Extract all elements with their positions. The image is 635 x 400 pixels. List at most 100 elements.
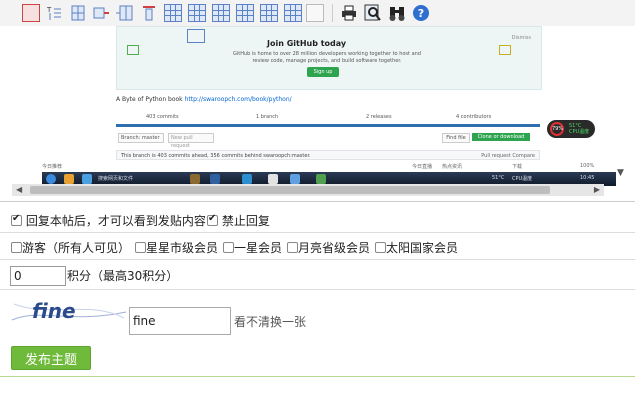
toolbar-separator: [332, 4, 333, 22]
signup-button: Sign up: [307, 67, 339, 77]
app-icon: [316, 174, 326, 184]
credit-row: 积分（最高30积分）: [0, 260, 635, 290]
perf-temp: 51°C CPU温度: [569, 123, 589, 135]
branch-select: Branch: master: [118, 133, 164, 143]
permission-checkbox[interactable]: [287, 242, 298, 253]
taskbar-search: 搜索网页和文件: [98, 176, 134, 182]
perf-widget: 79% 51°C CPU温度: [547, 120, 595, 138]
insert-column-icon[interactable]: [116, 4, 134, 22]
permission-checkbox[interactable]: [135, 242, 146, 253]
permission-checkbox[interactable]: [375, 242, 386, 253]
captcha-refresh-link[interactable]: 看不清换一张: [234, 313, 306, 330]
pr-compare: Pull request Compare: [481, 151, 535, 161]
status-mid: 今日直播: [412, 164, 433, 170]
pull-request-text: Pull request: [481, 153, 511, 159]
new-pull-request: New pull request: [168, 133, 214, 149]
captcha-input[interactable]: [129, 307, 231, 335]
permission-label: 游客（所有人可见）: [22, 241, 131, 255]
join-github-banner: Join GitHub today GitHub is home to over…: [116, 26, 542, 90]
permission-option-sun[interactable]: 太阳国家会员: [375, 239, 458, 256]
permission-checkbox[interactable]: [223, 242, 234, 253]
scroll-left-arrow-icon[interactable]: ◀: [16, 185, 22, 194]
perf-cpu-label: CPU温度: [569, 129, 590, 135]
decoration-icon: [187, 29, 205, 43]
text-direction-icon[interactable]: T: [45, 4, 63, 22]
join-description: GitHub is home to over 28 million develo…: [233, 51, 421, 64]
split-rows-icon[interactable]: [212, 4, 230, 22]
reply-options-row: 回复本帖后，才可以看到发贴内容 禁止回复: [0, 205, 635, 233]
split-columns-icon[interactable]: [236, 4, 254, 22]
app-icon: [268, 174, 278, 184]
delete-table-icon[interactable]: [260, 4, 278, 22]
print-icon[interactable]: [340, 4, 358, 22]
editor-content[interactable]: Join GitHub today GitHub is home to over…: [0, 26, 635, 202]
browser-icon: [82, 174, 92, 184]
branch-bar: Branch: master New pull request Find fil…: [116, 132, 540, 149]
captcha-image[interactable]: fine: [10, 298, 128, 324]
repo-description: A Byte of Python book http://swaroopch.c…: [116, 96, 292, 103]
merge-cells-icon[interactable]: [164, 4, 182, 22]
reply-visible-label: 回复本帖后，才可以看到发贴内容: [25, 214, 206, 228]
permission-option-one-star[interactable]: 一星会员: [223, 239, 282, 256]
split-cells-icon[interactable]: [188, 4, 206, 22]
app-icon: [210, 174, 220, 184]
scroll-right-arrow-icon[interactable]: ▶: [594, 185, 600, 194]
publish-button[interactable]: 发布主题: [11, 346, 91, 370]
app-icon: [190, 174, 200, 184]
help-glyph: ?: [418, 7, 424, 20]
start-icon: [46, 174, 56, 184]
forbid-reply-option[interactable]: 禁止回复: [207, 212, 270, 229]
preview-icon[interactable]: [364, 4, 382, 22]
insert-row-below-icon[interactable]: [92, 4, 110, 22]
compare-text: Compare: [512, 153, 535, 159]
captcha-row: fine 看不清换一张: [0, 290, 635, 340]
browser-status-bar: 今日推荐 今日直播 热点资讯 下载 100%: [12, 162, 604, 172]
search-replace-icon[interactable]: [388, 4, 406, 22]
ahead-text: This branch is 403 commits ahead, 356 co…: [121, 153, 311, 159]
status-download: 下载: [512, 164, 523, 170]
editor-toolbar: T ?: [0, 0, 635, 27]
clear-format-icon[interactable]: [306, 4, 324, 22]
permission-option-guest[interactable]: 游客（所有人可见）: [11, 239, 130, 256]
tray-time: 10:45: [580, 175, 595, 181]
book-title: A Byte of Python book: [116, 96, 183, 103]
dismiss-link: Dismiss: [511, 35, 531, 41]
permission-label: 月亮省级会员: [298, 241, 371, 255]
permission-row: 游客（所有人可见） 星星市级会员 一星会员 月亮省级会员 太阳国家会员: [0, 233, 635, 260]
captcha-text: fine: [32, 299, 76, 323]
reply-visible-checkbox[interactable]: [11, 213, 22, 226]
scrollbar-thumb[interactable]: [30, 186, 550, 194]
forbid-reply-label: 禁止回复: [221, 214, 270, 228]
credit-label: 积分（最高30积分）: [67, 269, 179, 283]
perf-percent: 79%: [550, 122, 564, 136]
contributors-count: 4 contributors: [456, 114, 492, 120]
book-link: http://swaroopch.com/book/python/: [184, 96, 292, 103]
find-file: Find file: [442, 133, 470, 143]
status-left: 今日推荐: [42, 164, 63, 170]
scroll-down-arrow-icon[interactable]: ▼: [617, 168, 624, 178]
delete-column-icon[interactable]: [140, 4, 158, 22]
commits-count: 403 commits: [146, 114, 179, 120]
reply-visible-option[interactable]: 回复本帖后，才可以看到发贴内容: [11, 212, 206, 229]
help-icon[interactable]: ?: [412, 4, 430, 22]
repo-stats: 403 commits 1 branch 2 releases 4 contri…: [116, 112, 540, 127]
permission-option-star[interactable]: 星星市级会员: [135, 239, 218, 256]
clone-download: Clone or download: [472, 133, 530, 141]
branch-count: 1 branch: [256, 114, 279, 120]
insert-row-above-icon[interactable]: [69, 4, 87, 22]
credit-input[interactable]: [10, 266, 66, 286]
join-title: Join GitHub today: [267, 39, 347, 48]
permission-label: 太阳国家会员: [386, 241, 459, 255]
permission-option-moon[interactable]: 月亮省级会员: [287, 239, 370, 256]
releases-count: 2 releases: [366, 114, 392, 120]
app-icon: [290, 174, 300, 184]
explorer-icon: [64, 174, 74, 184]
tray-cpu: CPU温度: [512, 176, 533, 182]
tray-temp: 51°C: [492, 175, 505, 181]
table-properties-icon[interactable]: [284, 4, 302, 22]
table-icon[interactable]: [22, 4, 40, 22]
embedded-screenshot: Join GitHub today GitHub is home to over…: [12, 26, 616, 196]
forbid-reply-checkbox[interactable]: [207, 213, 218, 226]
permission-checkbox[interactable]: [11, 242, 22, 253]
horizontal-scrollbar[interactable]: ◀ ▶: [12, 184, 604, 196]
